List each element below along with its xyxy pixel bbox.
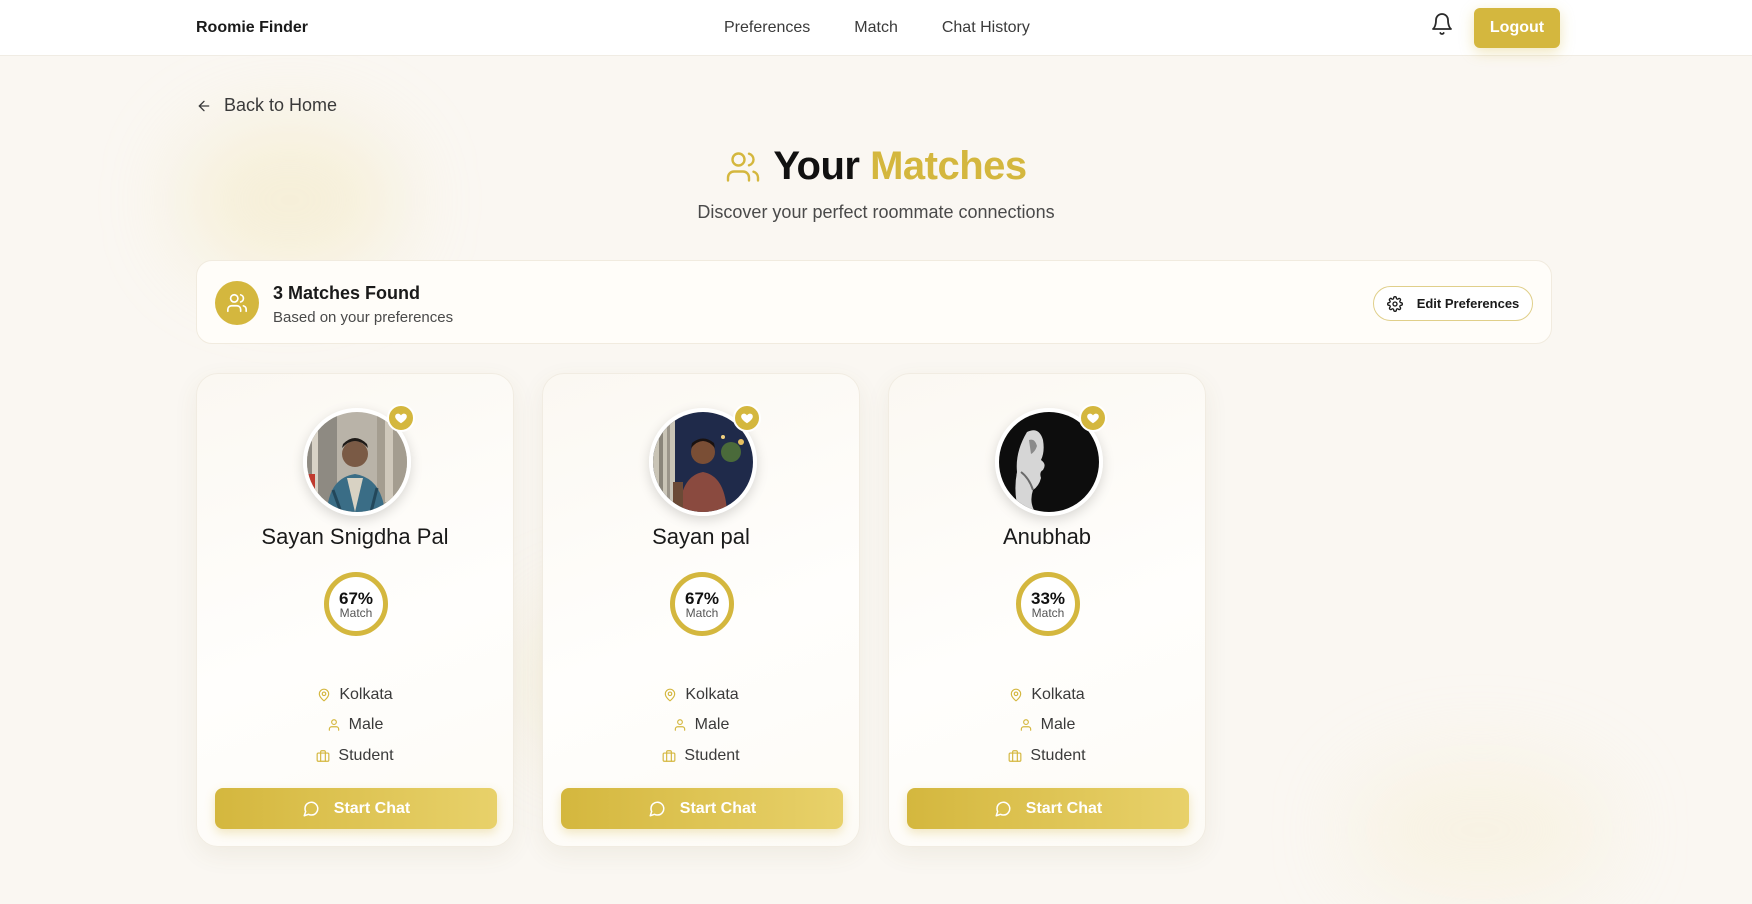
matches-count: 3 Matches Found xyxy=(273,283,421,303)
user-icon xyxy=(1020,719,1031,731)
bell-icon[interactable] xyxy=(1430,11,1454,37)
nav-links: Preferences Match Chat History xyxy=(724,19,1030,37)
page-title: Your Matches xyxy=(0,144,1752,189)
start-chat-label: Start Chat xyxy=(679,799,757,817)
match-score-ring: 67% Match xyxy=(670,572,734,636)
brand-logo[interactable]: Roomie Finder xyxy=(196,19,308,37)
message-circle-icon xyxy=(995,800,1011,816)
match-label: Match xyxy=(685,605,719,620)
start-chat-label: Start Chat xyxy=(1025,799,1103,817)
nav-chat-history[interactable]: Chat History xyxy=(942,19,1030,37)
match-name: Sayan pal xyxy=(652,524,750,549)
match-name: Anubhab xyxy=(1002,524,1092,549)
match-card: Sayan Snigdha Pal 67% Match Kolkata Male… xyxy=(196,373,514,847)
gender-row: Male xyxy=(543,716,859,734)
start-chat-label: Start Chat xyxy=(333,799,411,817)
briefcase-icon xyxy=(317,750,330,762)
avatar-wrapper xyxy=(649,404,761,516)
summary-users-icon xyxy=(215,281,259,325)
arrow-left-icon xyxy=(198,100,210,111)
location-text: Kolkata xyxy=(685,686,739,703)
edit-preferences-button[interactable]: Edit Preferences xyxy=(1373,286,1533,321)
gender-text: Male xyxy=(694,716,730,733)
occupation-text: Student xyxy=(684,747,740,764)
title-matches: Matches xyxy=(870,144,1027,188)
location-text: Kolkata xyxy=(339,686,393,703)
briefcase-icon xyxy=(663,750,676,762)
edit-preferences-label: Edit Preferences xyxy=(1416,296,1520,311)
location-row: Kolkata xyxy=(889,686,1205,704)
back-to-home-link[interactable]: Back to Home xyxy=(196,95,337,116)
avatar-wrapper xyxy=(303,404,415,516)
matches-subtitle: Based on your preferences xyxy=(273,309,454,326)
nav-match[interactable]: Match xyxy=(854,19,898,37)
match-percent: 67% xyxy=(338,588,374,608)
user-icon xyxy=(328,719,339,731)
gender-row: Male xyxy=(889,716,1205,734)
location-row: Kolkata xyxy=(543,686,859,704)
users-icon xyxy=(727,151,760,182)
favorite-heart-icon[interactable] xyxy=(387,404,415,432)
start-chat-button[interactable]: Start Chat xyxy=(907,788,1189,829)
favorite-heart-icon[interactable] xyxy=(1079,404,1107,432)
message-circle-icon xyxy=(649,800,665,816)
match-name: Sayan Snigdha Pal xyxy=(261,524,449,549)
location-row: Kolkata xyxy=(197,686,513,704)
occupation-row: Student xyxy=(889,747,1205,765)
briefcase-icon xyxy=(1009,750,1022,762)
match-label: Match xyxy=(339,605,373,620)
page-subtitle: Discover your perfect roommate connectio… xyxy=(697,202,1055,222)
match-card: Anubhab 33% Match Kolkata Male Student S… xyxy=(888,373,1206,847)
match-percent: 67% xyxy=(684,588,720,608)
user-icon xyxy=(674,719,685,731)
background-glow xyxy=(1350,760,1610,900)
occupation-text: Student xyxy=(338,747,394,764)
occupation-text: Student xyxy=(1030,747,1086,764)
favorite-heart-icon[interactable] xyxy=(733,404,761,432)
gear-icon xyxy=(1386,295,1403,312)
match-card: Sayan pal 67% Match Kolkata Male Student… xyxy=(542,373,860,847)
nav-preferences[interactable]: Preferences xyxy=(724,19,810,37)
match-label: Match xyxy=(1031,605,1065,620)
match-score-ring: 33% Match xyxy=(1016,572,1080,636)
map-pin-icon xyxy=(1011,688,1022,702)
avatar-wrapper xyxy=(995,404,1107,516)
gender-row: Male xyxy=(197,716,513,734)
match-score-ring: 67% Match xyxy=(324,572,388,636)
gender-text: Male xyxy=(1040,716,1076,733)
map-pin-icon xyxy=(319,688,330,702)
message-circle-icon xyxy=(303,800,319,816)
occupation-row: Student xyxy=(197,747,513,765)
location-text: Kolkata xyxy=(1031,686,1085,703)
match-percent: 33% xyxy=(1030,588,1066,608)
occupation-row: Student xyxy=(543,747,859,765)
gender-text: Male xyxy=(348,716,384,733)
map-pin-icon xyxy=(665,688,676,702)
logout-button[interactable]: Logout xyxy=(1474,8,1560,48)
title-your: Your xyxy=(773,144,860,188)
back-label: Back to Home xyxy=(224,95,338,115)
matches-summary: 3 Matches Found Based on your preference… xyxy=(196,260,1552,344)
start-chat-button[interactable]: Start Chat xyxy=(215,788,497,829)
top-navbar: Roomie Finder Preferences Match Chat His… xyxy=(0,0,1752,56)
start-chat-button[interactable]: Start Chat xyxy=(561,788,843,829)
